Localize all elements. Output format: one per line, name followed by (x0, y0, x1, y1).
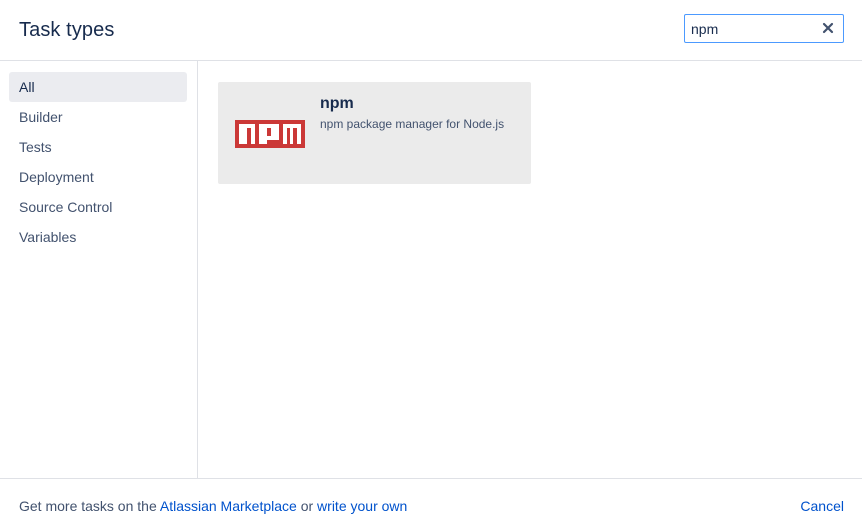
category-sidebar: All Builder Tests Deployment Source Cont… (0, 61, 198, 478)
search-box[interactable] (684, 14, 844, 43)
npm-logo-icon (235, 120, 305, 148)
sidebar-item-builder[interactable]: Builder (9, 102, 187, 132)
footer-text: Get more tasks on the Atlassian Marketpl… (19, 498, 407, 514)
task-card-npm[interactable]: npm npm package manager for Node.js (218, 82, 531, 184)
footer-prefix: Get more tasks on the (19, 498, 157, 514)
sidebar-item-deployment[interactable]: Deployment (9, 162, 187, 192)
footer-middle: or (300, 498, 314, 514)
dialog-header: Task types (0, 0, 862, 61)
sidebar-item-tests[interactable]: Tests (9, 132, 187, 162)
sidebar-item-all[interactable]: All (9, 72, 187, 102)
cancel-button[interactable]: Cancel (800, 498, 844, 514)
write-your-own-link[interactable]: write your own (317, 498, 407, 514)
page-title: Task types (19, 19, 115, 41)
task-name: npm (320, 95, 354, 112)
sidebar-item-source-control[interactable]: Source Control (9, 192, 187, 222)
dialog-footer: Get more tasks on the Atlassian Marketpl… (0, 478, 862, 530)
search-input[interactable] (691, 19, 816, 38)
close-icon[interactable] (821, 21, 835, 35)
sidebar-item-variables[interactable]: Variables (9, 222, 187, 252)
task-description: npm package manager for Node.js (320, 117, 505, 131)
marketplace-link[interactable]: Atlassian Marketplace (160, 498, 297, 514)
task-results: npm npm package manager for Node.js (198, 61, 862, 478)
